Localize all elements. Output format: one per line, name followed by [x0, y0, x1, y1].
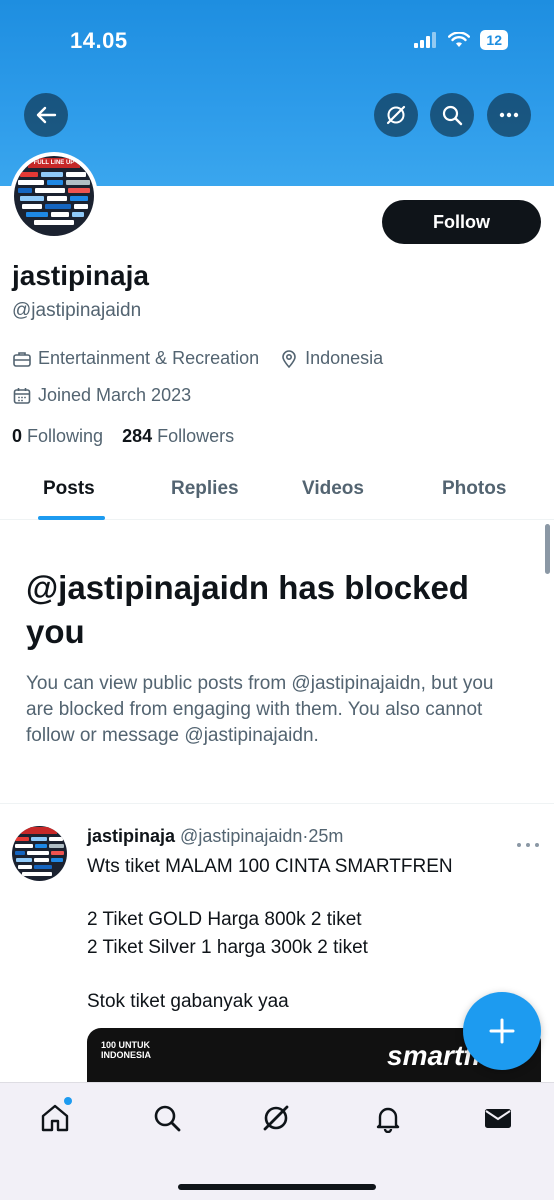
location-pin-icon [282, 349, 296, 368]
following-count: 0 [12, 426, 23, 446]
back-arrow-icon [36, 106, 57, 124]
nav-home[interactable] [37, 1100, 73, 1136]
post-text-line: 2 Tiket GOLD Harga 800k 2 tiket [87, 909, 362, 930]
tab-photos[interactable]: Photos [442, 478, 506, 500]
active-tab-indicator [38, 516, 105, 520]
nav-search[interactable] [149, 1100, 185, 1136]
home-indicator [178, 1184, 376, 1190]
blocked-title: @jastipinajaidn has blocked you [26, 569, 469, 650]
post-author-handle[interactable]: @jastipinajaidn [180, 826, 302, 846]
post-header: jastipinaja @jastipinajaidn·25m [87, 826, 343, 847]
joined-text: Joined March 2023 [38, 385, 192, 405]
follow-stats: 0 Following 284 Followers [12, 426, 234, 447]
grok-icon [386, 105, 406, 125]
follow-button[interactable]: Follow [382, 200, 541, 244]
joined-item: Joined March 2023 [12, 385, 191, 406]
plus-icon [489, 1018, 515, 1044]
media-logo-left: 100 UNTUK INDONESIA [101, 1040, 152, 1060]
following-label: Following [27, 426, 104, 446]
tab-replies[interactable]: Replies [171, 478, 239, 500]
followers-link[interactable]: 284 Followers [122, 426, 234, 446]
more-icon [499, 112, 519, 118]
post-time[interactable]: 25m [308, 826, 343, 846]
followers-label: Followers [157, 426, 235, 446]
location-text: Indonesia [305, 348, 384, 368]
profile-avatar[interactable]: FULL LINE UP [10, 152, 98, 240]
avatar-badge: FULL LINE UP [28, 158, 80, 168]
profile-meta-row: Entertainment & Recreation Indonesia [12, 348, 403, 369]
notifications-icon [376, 1107, 400, 1133]
back-button[interactable] [24, 93, 68, 137]
nav-grok[interactable] [258, 1100, 294, 1136]
post-text-line: Stok tiket gabanyak yaa [87, 991, 289, 1012]
search-button[interactable] [430, 93, 474, 137]
post-author-name[interactable]: jastipinaja [87, 826, 175, 846]
following-link[interactable]: 0 Following [12, 426, 103, 446]
signal-icon [414, 32, 437, 48]
category-item: Entertainment & Recreation [12, 348, 259, 369]
status-indicators: 12 [414, 30, 508, 50]
profile-tabs: Posts Replies Videos Photos [0, 462, 554, 520]
tab-posts[interactable]: Posts [43, 478, 95, 500]
more-button[interactable] [487, 93, 531, 137]
avatar-image: FULL LINE UP [14, 156, 94, 236]
battery-indicator: 12 [480, 30, 508, 50]
nav-messages[interactable] [480, 1100, 516, 1136]
search-icon [154, 1105, 181, 1132]
calendar-icon [13, 387, 31, 404]
display-name: jastipinaja [12, 260, 149, 291]
compose-button[interactable] [463, 992, 541, 1070]
grok-icon [263, 1105, 289, 1131]
nav-notifications[interactable] [370, 1100, 406, 1136]
wifi-icon [448, 32, 471, 47]
category-text: Entertainment & Recreation [38, 348, 260, 368]
profile-handle: @jastipinajaidn [12, 300, 142, 321]
scrollbar[interactable] [545, 524, 550, 574]
location-item: Indonesia [279, 348, 383, 369]
post-text-line: 2 Tiket Silver 1 harga 300k 2 tiket [87, 937, 368, 958]
grok-button[interactable] [374, 93, 418, 137]
blocked-body: You can view public posts from @jastipin… [26, 673, 494, 746]
post-author-avatar[interactable] [12, 826, 67, 881]
section-divider [0, 803, 554, 804]
tab-videos[interactable]: Videos [302, 478, 364, 500]
followers-count: 284 [122, 426, 153, 446]
status-time: 14.05 [70, 28, 128, 53]
more-icon [517, 843, 539, 847]
post-more-button[interactable] [516, 836, 540, 854]
joined-row: Joined March 2023 [12, 385, 211, 406]
post-text-line: Wts tiket MALAM 100 CINTA SMARTFREN [87, 856, 453, 877]
messages-icon [485, 1109, 511, 1128]
home-notification-dot [64, 1097, 72, 1105]
search-icon [442, 105, 463, 126]
briefcase-icon [13, 351, 31, 367]
home-icon [41, 1104, 69, 1132]
